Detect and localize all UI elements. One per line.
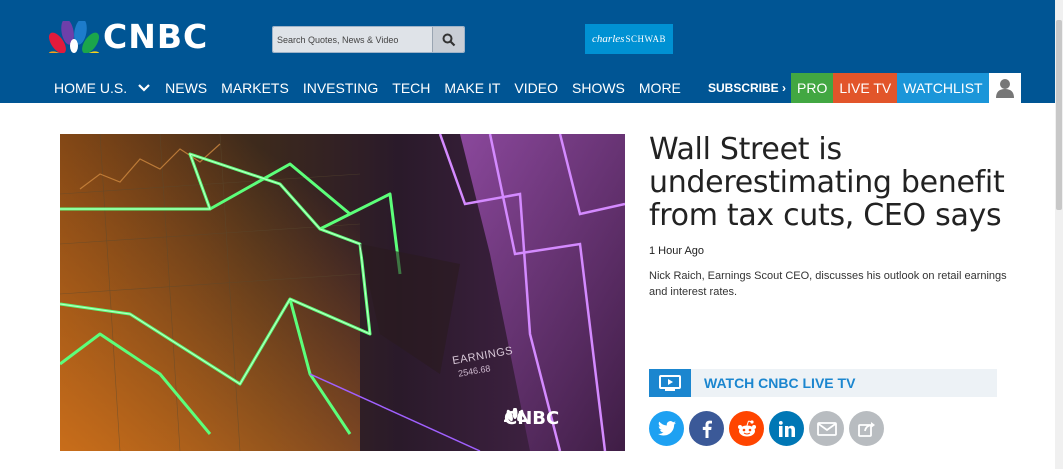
more-share-button[interactable] [849, 411, 884, 446]
linkedin-icon [778, 420, 795, 437]
logo-wordmark: CNBC [103, 17, 209, 56]
live-tv-button[interactable]: LIVE TV [833, 73, 898, 103]
search-bar [272, 26, 465, 53]
share-icon [857, 421, 875, 437]
twitter-icon [657, 421, 676, 436]
email-icon [816, 421, 837, 436]
article-headline[interactable]: Wall Street is underestimating benefit f… [649, 133, 1049, 232]
video-watermark: CNBC [504, 408, 559, 429]
share-bar [649, 411, 889, 446]
tv-play-icon [649, 369, 691, 397]
nav-item-news[interactable]: NEWS [165, 80, 207, 96]
reddit-icon [737, 419, 756, 436]
peacock-icon [504, 408, 526, 422]
facebook-icon [702, 420, 712, 438]
watchlist-button[interactable]: WATCHLIST [897, 73, 989, 103]
nav-item-markets[interactable]: MARKETS [221, 80, 289, 96]
nav-item-shows[interactable]: SHOWS [572, 80, 625, 96]
user-icon [995, 79, 1014, 98]
video-thumbnail [60, 134, 625, 451]
sponsor-ad[interactable]: charles SCHWAB [585, 24, 673, 54]
chevron-down-icon [138, 84, 150, 92]
reddit-share-button[interactable] [729, 411, 764, 446]
twitter-share-button[interactable] [649, 411, 684, 446]
cnbc-logo[interactable]: CNBC [49, 17, 209, 56]
watch-live-tv-button[interactable]: WATCH CNBC LIVE TV [649, 369, 997, 397]
sponsor-brand-2: SCHWAB [625, 34, 666, 44]
linkedin-share-button[interactable] [769, 411, 804, 446]
sponsor-brand: charles [592, 33, 625, 45]
account-nav: SUBSCRIBE › PRO LIVE TV WATCHLIST [708, 73, 1021, 103]
nav-item-tech[interactable]: TECH [392, 80, 430, 96]
subscribe-link[interactable]: SUBSCRIBE › [708, 73, 786, 103]
watch-live-label: WATCH CNBC LIVE TV [704, 375, 856, 391]
article-timestamp: 1 Hour Ago [649, 245, 705, 257]
video-player[interactable]: EARNINGS 2546.68 CNBC [60, 134, 625, 451]
nav-label: HOME U.S. [54, 80, 128, 96]
nav-item-video[interactable]: VIDEO [514, 80, 558, 96]
nav-item-more[interactable]: MORE [639, 80, 681, 96]
peacock-icon [49, 21, 99, 53]
facebook-share-button[interactable] [689, 411, 724, 446]
main-nav: HOME U.S. NEWS MARKETS INVESTING TECH MA… [54, 73, 695, 103]
lead-article: Wall Street is underestimating benefit f… [649, 133, 1049, 300]
article-description: Nick Raich, Earnings Scout CEO, discusse… [649, 270, 1007, 298]
user-account-button[interactable] [988, 73, 1021, 103]
scrollbar-thumb[interactable] [1056, 20, 1062, 210]
nav-item-home[interactable]: HOME U.S. [54, 80, 151, 96]
search-icon [442, 33, 455, 46]
nav-item-investing[interactable]: INVESTING [303, 80, 378, 96]
page-scrollbar[interactable] [1055, 0, 1063, 469]
search-button[interactable] [432, 27, 464, 52]
search-input[interactable] [273, 27, 432, 52]
pro-button[interactable]: PRO [791, 73, 834, 103]
site-header: CNBC charlesSCHWAB HOME U.S. NEWS MARKET… [0, 0, 1063, 103]
nav-item-make-it[interactable]: MAKE IT [444, 80, 500, 96]
email-share-button[interactable] [809, 411, 844, 446]
